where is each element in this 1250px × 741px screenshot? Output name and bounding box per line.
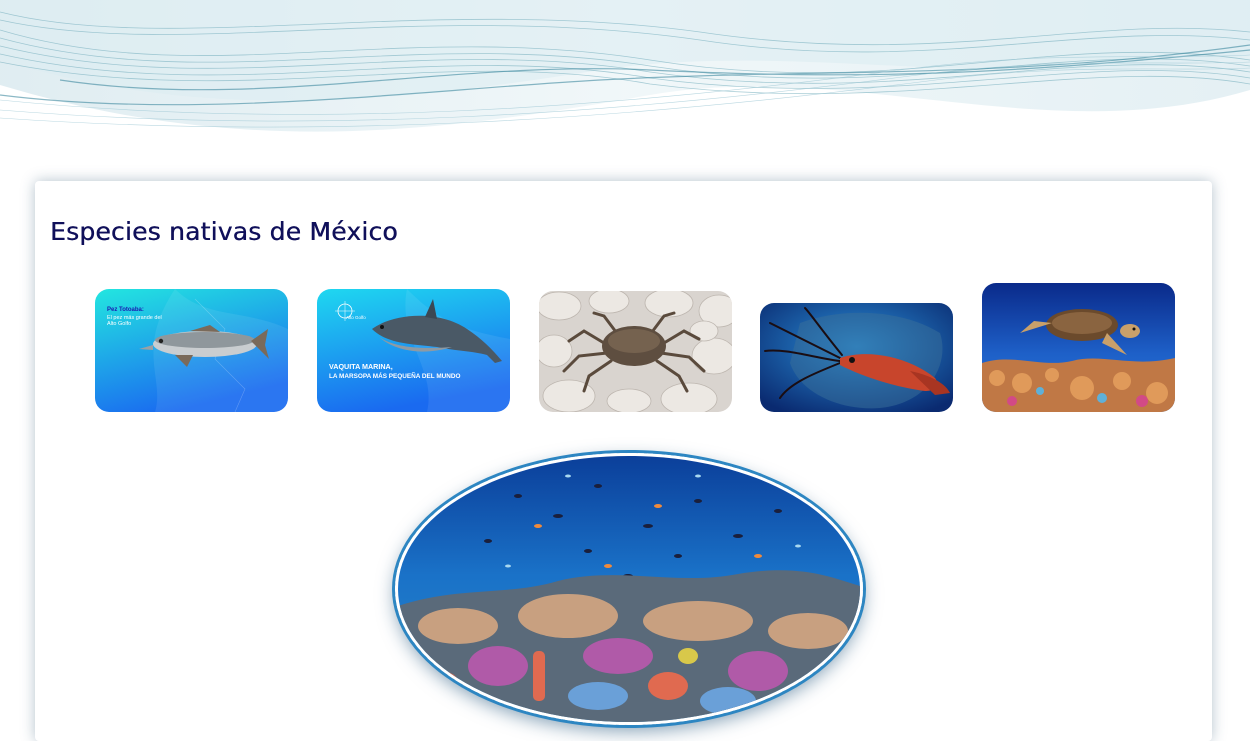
species-card: Especies nativas de México Pez Totoaba: …: [35, 181, 1212, 741]
vaquita-caption-title: VAQUITA MARINA,: [329, 362, 393, 371]
thumbnail-cangrejo[interactable]: [539, 291, 732, 412]
thumbnail-totoaba[interactable]: Pez Totoaba: El pez más grande del Alto …: [95, 289, 288, 412]
totoaba-caption-subtitle: El pez más grande del Alto Golfo: [107, 315, 162, 328]
squid-image: [760, 303, 953, 412]
totoaba-caption-title: Pez Totoaba:: [107, 307, 144, 313]
thumbnail-tortuga[interactable]: [982, 283, 1175, 412]
featured-reef-image: [395, 453, 863, 725]
turtle-image: [982, 283, 1175, 412]
vaquita-badge: Alto Golfo: [346, 315, 366, 320]
wave-decoration-icon: [0, 0, 1250, 132]
header-wave-banner: [0, 0, 1250, 140]
thumbnail-calamar[interactable]: [760, 303, 953, 412]
vaquita-caption-subtitle: LA MARSOPA MÁS PEQUEÑA DEL MUNDO: [329, 373, 461, 380]
thumbnail-vaquita[interactable]: Alto Golfo VAQUITA MARINA, LA MARSOPA MÁ…: [317, 289, 510, 412]
reef-image: [398, 456, 860, 722]
crab-image: [539, 291, 732, 412]
vaquita-image: [317, 289, 510, 412]
section-title: Especies nativas de México: [50, 217, 398, 246]
